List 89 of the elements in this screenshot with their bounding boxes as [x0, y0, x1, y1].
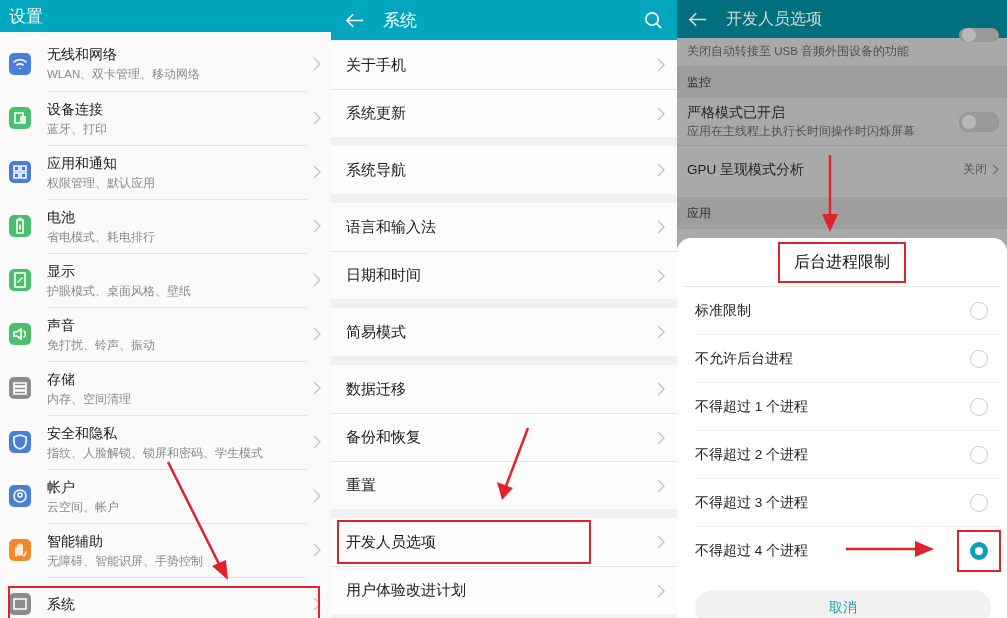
chevron-icon [657, 535, 665, 549]
option-label: 不得超过 3 个进程 [695, 493, 808, 512]
option-label: 不允许后台进程 [695, 349, 793, 368]
item-subtitle: 指纹、人脸解锁、锁屏和密码、学生模式 [47, 445, 264, 461]
chevron-icon [657, 583, 665, 598]
setting-value: 关闭 [963, 161, 987, 178]
search-icon[interactable] [644, 10, 663, 30]
settings-item[interactable]: 显示 护眼模式、桌面风格、壁纸 [0, 253, 331, 307]
radio-button[interactable] [970, 541, 988, 560]
chevron-icon [657, 163, 665, 177]
chevron-icon [992, 164, 999, 175]
item-subtitle: 蓝牙、打印 [47, 121, 108, 137]
item-subtitle: 护眼模式、桌面风格、壁纸 [47, 283, 192, 299]
screen-title: 开发人员选项 [726, 8, 822, 29]
chevron-icon [657, 382, 665, 396]
chevron-icon [657, 268, 665, 283]
chevron-icon [313, 381, 321, 395]
screen-title: 系统 [383, 9, 418, 32]
screen-title: 设置 [9, 5, 43, 28]
settings-item[interactable]: 存储 内存、空间清理 [0, 361, 331, 415]
chevron-icon [313, 489, 321, 503]
item-subtitle: 云空间、帐户 [47, 499, 120, 515]
item-title: 智能辅助 [47, 532, 104, 551]
settings-item[interactable]: 声音 免打扰、铃声、振动 [0, 307, 331, 361]
setting-row[interactable]: GPU 呈现模式分析 关闭 [677, 145, 1007, 193]
menu-item[interactable]: 语言和输入法 [331, 203, 677, 251]
chevron-icon [657, 430, 665, 445]
menu-item[interactable]: 关于手机 [331, 41, 677, 89]
chevron-icon [313, 597, 321, 611]
chevron-icon [313, 57, 321, 71]
toggle-switch[interactable] [959, 111, 999, 132]
option-label: 不得超过 2 个进程 [695, 445, 808, 464]
chevron-icon [313, 165, 321, 179]
setting-title: GPU 呈现模式分析 [687, 160, 805, 179]
item-title: 声音 [47, 316, 76, 335]
settings-item[interactable]: 系统 [0, 577, 331, 618]
item-subtitle: 权限管理、默认应用 [47, 175, 156, 191]
menu-item[interactable]: 系统导航 [331, 146, 677, 194]
setting-title: 严格模式已开启 [687, 104, 786, 122]
radio-option[interactable]: 不允许后台进程 [695, 335, 1001, 383]
item-subtitle: 内存、空间清理 [47, 391, 132, 407]
option-label: 不得超过 4 个进程 [695, 541, 808, 560]
toggle-switch[interactable] [959, 28, 999, 42]
section-header: 应用 [687, 204, 711, 222]
settings-item[interactable]: 无线和网络 WLAN、双卡管理、移动网络 [0, 37, 331, 91]
item-title: 应用和通知 [47, 154, 118, 173]
chevron-icon [657, 325, 665, 339]
chevron-icon [657, 478, 665, 493]
item-subtitle: 无障碍、智能识屏、手势控制 [47, 553, 204, 569]
item-subtitle: 免打扰、铃声、振动 [47, 337, 156, 353]
item-title: 系统 [47, 595, 76, 614]
chevron-icon [657, 220, 665, 234]
setting-description: 应用在主线程上执行长时间操作时闪烁屏幕 [687, 124, 916, 139]
radio-option[interactable]: 不得超过 3 个进程 [695, 479, 1001, 527]
chevron-icon [657, 106, 665, 121]
chevron-icon [313, 219, 321, 233]
chevron-icon [313, 435, 321, 449]
chevron-icon [313, 327, 321, 341]
setting-description: 关闭自动转接至 USB 音频外围设备的功能 [687, 43, 910, 59]
option-label: 标准限制 [695, 301, 751, 320]
menu-item[interactable]: 简易模式 [331, 308, 677, 356]
settings-item[interactable]: 应用和通知 权限管理、默认应用 [0, 145, 331, 199]
chevron-icon [313, 111, 321, 125]
radio-option[interactable]: 标准限制 [695, 287, 1001, 335]
settings-item[interactable]: 帐户 云空间、帐户 [0, 469, 331, 523]
item-title: 无线和网络 [47, 46, 118, 64]
item-subtitle: WLAN、双卡管理、移动网络 [47, 67, 202, 82]
section-header: 监控 [687, 73, 711, 91]
option-label: 不得超过 1 个进程 [695, 397, 808, 416]
radio-option[interactable]: 不得超过 2 个进程 [695, 431, 1001, 479]
chevron-icon [313, 543, 321, 557]
item-title: 显示 [47, 262, 76, 281]
settings-item[interactable]: 设备连接 蓝牙、打印 [0, 91, 331, 145]
chevron-icon [313, 273, 321, 287]
dialog-title: 后台进程限制 [778, 241, 906, 283]
menu-item[interactable]: 数据迁移 [331, 365, 677, 413]
back-icon[interactable] [689, 11, 707, 27]
item-title: 存储 [47, 370, 76, 389]
chevron-icon [657, 58, 665, 72]
item-title: 安全和隐私 [47, 424, 118, 443]
item-title: 电池 [47, 208, 76, 227]
settings-item[interactable]: 电池 省电模式、耗电排行 [0, 199, 331, 253]
menu-item[interactable]: 开发人员选项 [331, 518, 677, 566]
item-title: 设备连接 [47, 100, 104, 119]
radio-option[interactable]: 不得超过 4 个进程 [695, 527, 1001, 574]
radio-option[interactable]: 不得超过 1 个进程 [695, 383, 1001, 431]
settings-item[interactable]: 安全和隐私 指纹、人脸解锁、锁屏和密码、学生模式 [0, 415, 331, 469]
item-subtitle: 省电模式、耗电排行 [47, 229, 156, 245]
item-title: 帐户 [47, 478, 76, 497]
